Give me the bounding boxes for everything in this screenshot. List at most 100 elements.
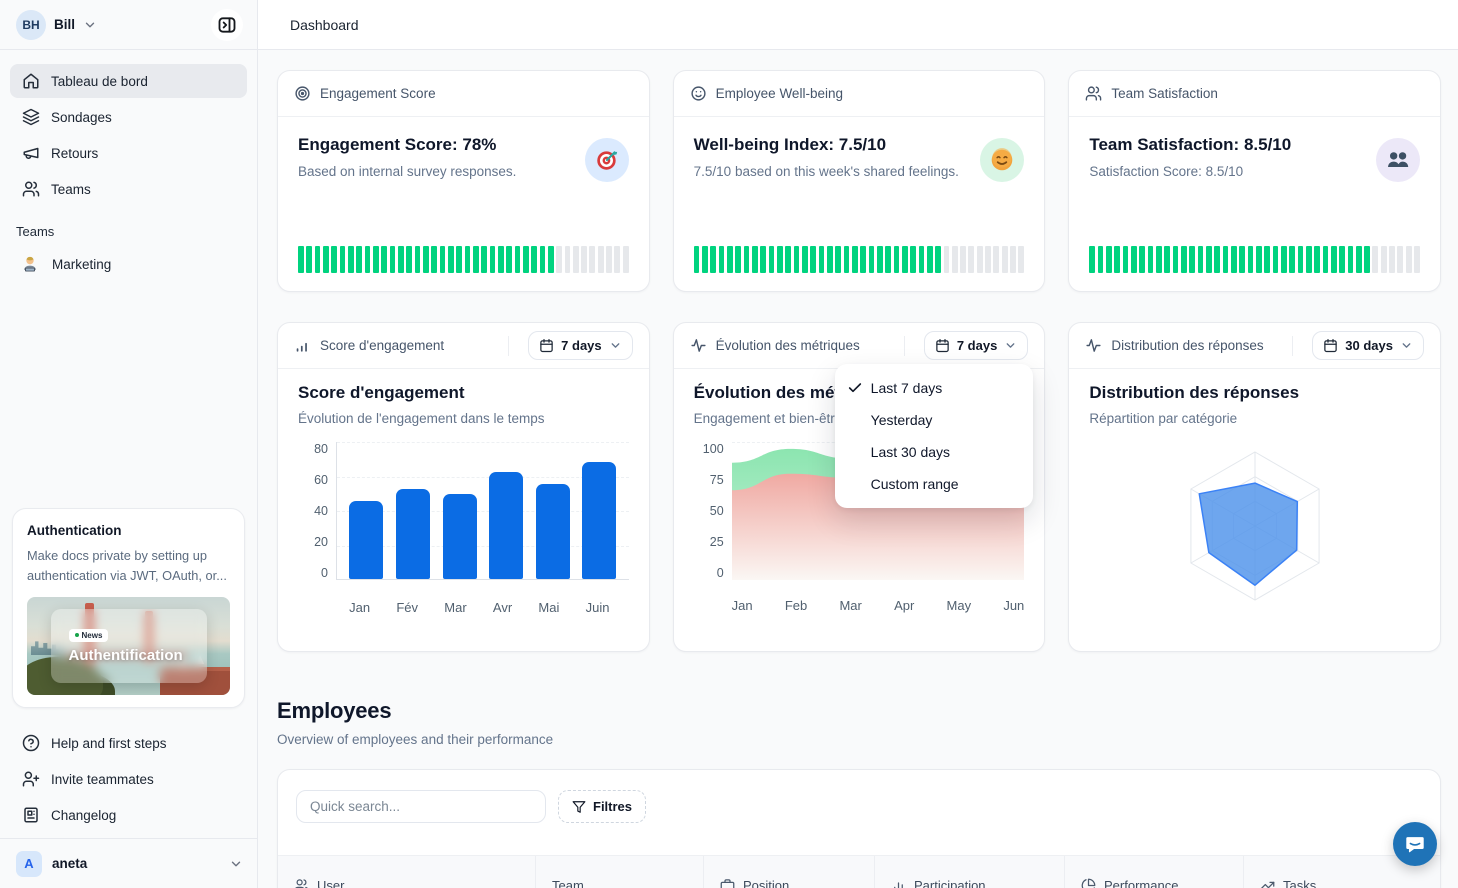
satisfaction-progress-bar bbox=[1089, 246, 1420, 273]
promo-image: News Authentification bbox=[27, 597, 230, 695]
sidebar-item-label: Retours bbox=[51, 146, 98, 161]
users-icon bbox=[22, 180, 40, 198]
stat-subtitle: Satisfaction Score: 8.5/10 bbox=[1089, 164, 1291, 179]
workspace-switcher[interactable]: BH Bill bbox=[0, 0, 257, 50]
page-title: Dashboard bbox=[290, 17, 359, 33]
date-range-button[interactable]: 7 days bbox=[924, 331, 1028, 360]
date-range-label: 30 days bbox=[1345, 338, 1393, 353]
team-satisfaction-card: Team Satisfaction Team Satisfaction: 8.5… bbox=[1068, 70, 1441, 292]
bar-chart-icon bbox=[294, 337, 311, 354]
menu-item-yesterday[interactable]: Yesterday bbox=[835, 404, 1033, 436]
sidebar-item-surveys[interactable]: Sondages bbox=[10, 100, 247, 134]
chart-subtitle: Évolution de l'engagement dans le temps bbox=[298, 411, 629, 426]
sidebar-item-changelog[interactable]: Changelog bbox=[10, 798, 247, 832]
metrics-evolution-card: Évolution des métriques 7 days bbox=[673, 322, 1046, 652]
sidebar-nav: Tableau de bord Sondages Retours Teams bbox=[0, 50, 257, 210]
users-icon bbox=[1085, 85, 1102, 102]
sidebar-item-invite[interactable]: Invite teammates bbox=[10, 762, 247, 796]
authentication-promo-card[interactable]: Authentication Make docs private by sett… bbox=[12, 508, 245, 708]
date-range-button[interactable]: 30 days bbox=[1312, 331, 1424, 360]
panel-toggle-icon bbox=[217, 15, 237, 35]
column-header-team[interactable]: Team bbox=[535, 856, 703, 888]
card-label: Team Satisfaction bbox=[1111, 86, 1218, 101]
filters-label: Filtres bbox=[593, 799, 632, 814]
sidebar: BH Bill Tableau de bord bbox=[0, 0, 258, 888]
promo-image-title: Authentification bbox=[69, 647, 183, 664]
calendar-icon bbox=[539, 338, 554, 353]
user-plus-icon bbox=[22, 770, 40, 788]
bar-Mai bbox=[536, 484, 570, 579]
radar-chart bbox=[1089, 438, 1420, 651]
stat-title: Team Satisfaction: 8.5/10 bbox=[1089, 135, 1291, 155]
promo-description: Make docs private by setting up authenti… bbox=[27, 546, 230, 586]
workspace-avatar: BH bbox=[16, 10, 46, 40]
engagement-score-card: Engagement Score Engagement Score: 78% B… bbox=[277, 70, 650, 292]
chevron-down-icon bbox=[229, 857, 243, 871]
wellbeing-card: Employee Well-being Well-being Index: 7.… bbox=[673, 70, 1046, 292]
engagement-chart-card: Score d'engagement 7 days bbox=[277, 322, 650, 652]
chevron-down-icon bbox=[1004, 339, 1017, 352]
teams-section-label: Teams bbox=[0, 210, 257, 247]
news-badge: News bbox=[69, 629, 109, 642]
sidebar-collapse-button[interactable] bbox=[211, 9, 243, 41]
menu-item-last-7-days[interactable]: Last 7 days bbox=[835, 372, 1033, 404]
column-header-position[interactable]: Position bbox=[703, 856, 874, 888]
promo-overlay-card: News Authentification bbox=[51, 609, 207, 683]
table-toolbar: Filtres bbox=[278, 770, 1440, 841]
bar-chart-plot bbox=[336, 442, 629, 580]
bar-chart-y-axis: 806040200 bbox=[298, 442, 328, 592]
date-range-button[interactable]: 7 days bbox=[528, 331, 632, 360]
account-switcher[interactable]: A aneta bbox=[0, 838, 257, 888]
chevron-down-icon bbox=[83, 18, 97, 32]
sidebar-item-teams[interactable]: Teams bbox=[10, 172, 247, 206]
briefcase-icon bbox=[720, 878, 735, 888]
smiley-icon bbox=[690, 85, 707, 102]
stat-title: Well-being Index: 7.5/10 bbox=[694, 135, 959, 155]
app-root: BH Bill Tableau de bord bbox=[0, 0, 1458, 888]
trending-up-icon bbox=[1260, 878, 1275, 888]
bar-Fév bbox=[396, 489, 430, 579]
date-range-menu: Last 7 days Yesterday Last 30 days Custo… bbox=[835, 364, 1033, 508]
wellbeing-progress-bar bbox=[694, 246, 1025, 273]
chart-subtitle: Répartition par catégorie bbox=[1089, 411, 1420, 426]
stat-subtitle: Based on internal survey responses. bbox=[298, 164, 516, 179]
chevron-down-icon bbox=[1400, 339, 1413, 352]
topbar: Dashboard bbox=[258, 0, 1458, 50]
target-icon bbox=[294, 85, 311, 102]
menu-item-last-30-days[interactable]: Last 30 days bbox=[835, 436, 1033, 468]
bar-Avr bbox=[489, 472, 523, 579]
sidebar-item-label: Invite teammates bbox=[51, 772, 154, 787]
chart-title: Score d'engagement bbox=[298, 383, 629, 403]
sidebar-item-feedback[interactable]: Retours bbox=[10, 136, 247, 170]
date-range-label: 7 days bbox=[561, 338, 601, 353]
bar-Juin bbox=[582, 462, 616, 579]
users-icon bbox=[294, 878, 309, 888]
stat-subtitle: 7.5/10 based on this week's shared feeli… bbox=[694, 164, 959, 179]
sidebar-item-label: Teams bbox=[51, 182, 91, 197]
card-label: Évolution des métriques bbox=[716, 338, 860, 353]
sidebar-item-help[interactable]: Help and first steps bbox=[10, 726, 247, 760]
chart-title: Distribution des réponses bbox=[1089, 383, 1420, 403]
menu-item-custom-range[interactable]: Custom range bbox=[835, 468, 1033, 500]
sidebar-item-label: Help and first steps bbox=[51, 736, 167, 751]
technologist-emoji-icon bbox=[20, 254, 40, 274]
date-range-label: 7 days bbox=[957, 338, 997, 353]
house-icon bbox=[22, 72, 40, 90]
calendar-icon bbox=[1323, 338, 1338, 353]
account-name: aneta bbox=[52, 856, 219, 871]
sidebar-footer-nav: Help and first steps Invite teammates Ch… bbox=[0, 722, 257, 838]
activity-icon bbox=[1085, 337, 1102, 354]
team-label: Marketing bbox=[52, 257, 111, 272]
sidebar-item-team-marketing[interactable]: Marketing bbox=[0, 247, 257, 281]
chat-launcher-button[interactable] bbox=[1393, 822, 1437, 866]
search-input[interactable] bbox=[296, 790, 546, 823]
stat-title: Engagement Score: 78% bbox=[298, 135, 516, 155]
column-header-user[interactable]: User bbox=[278, 856, 535, 888]
filters-button[interactable]: Filtres bbox=[558, 790, 646, 823]
bar-Jan bbox=[349, 501, 383, 579]
column-header-participation[interactable]: Participation bbox=[874, 856, 1064, 888]
column-header-performance[interactable]: Performance bbox=[1064, 856, 1243, 888]
bar-chart-icon bbox=[891, 878, 906, 888]
sidebar-item-dashboard[interactable]: Tableau de bord bbox=[10, 64, 247, 98]
dashboard-content: Engagement Score Engagement Score: 78% B… bbox=[258, 50, 1458, 888]
